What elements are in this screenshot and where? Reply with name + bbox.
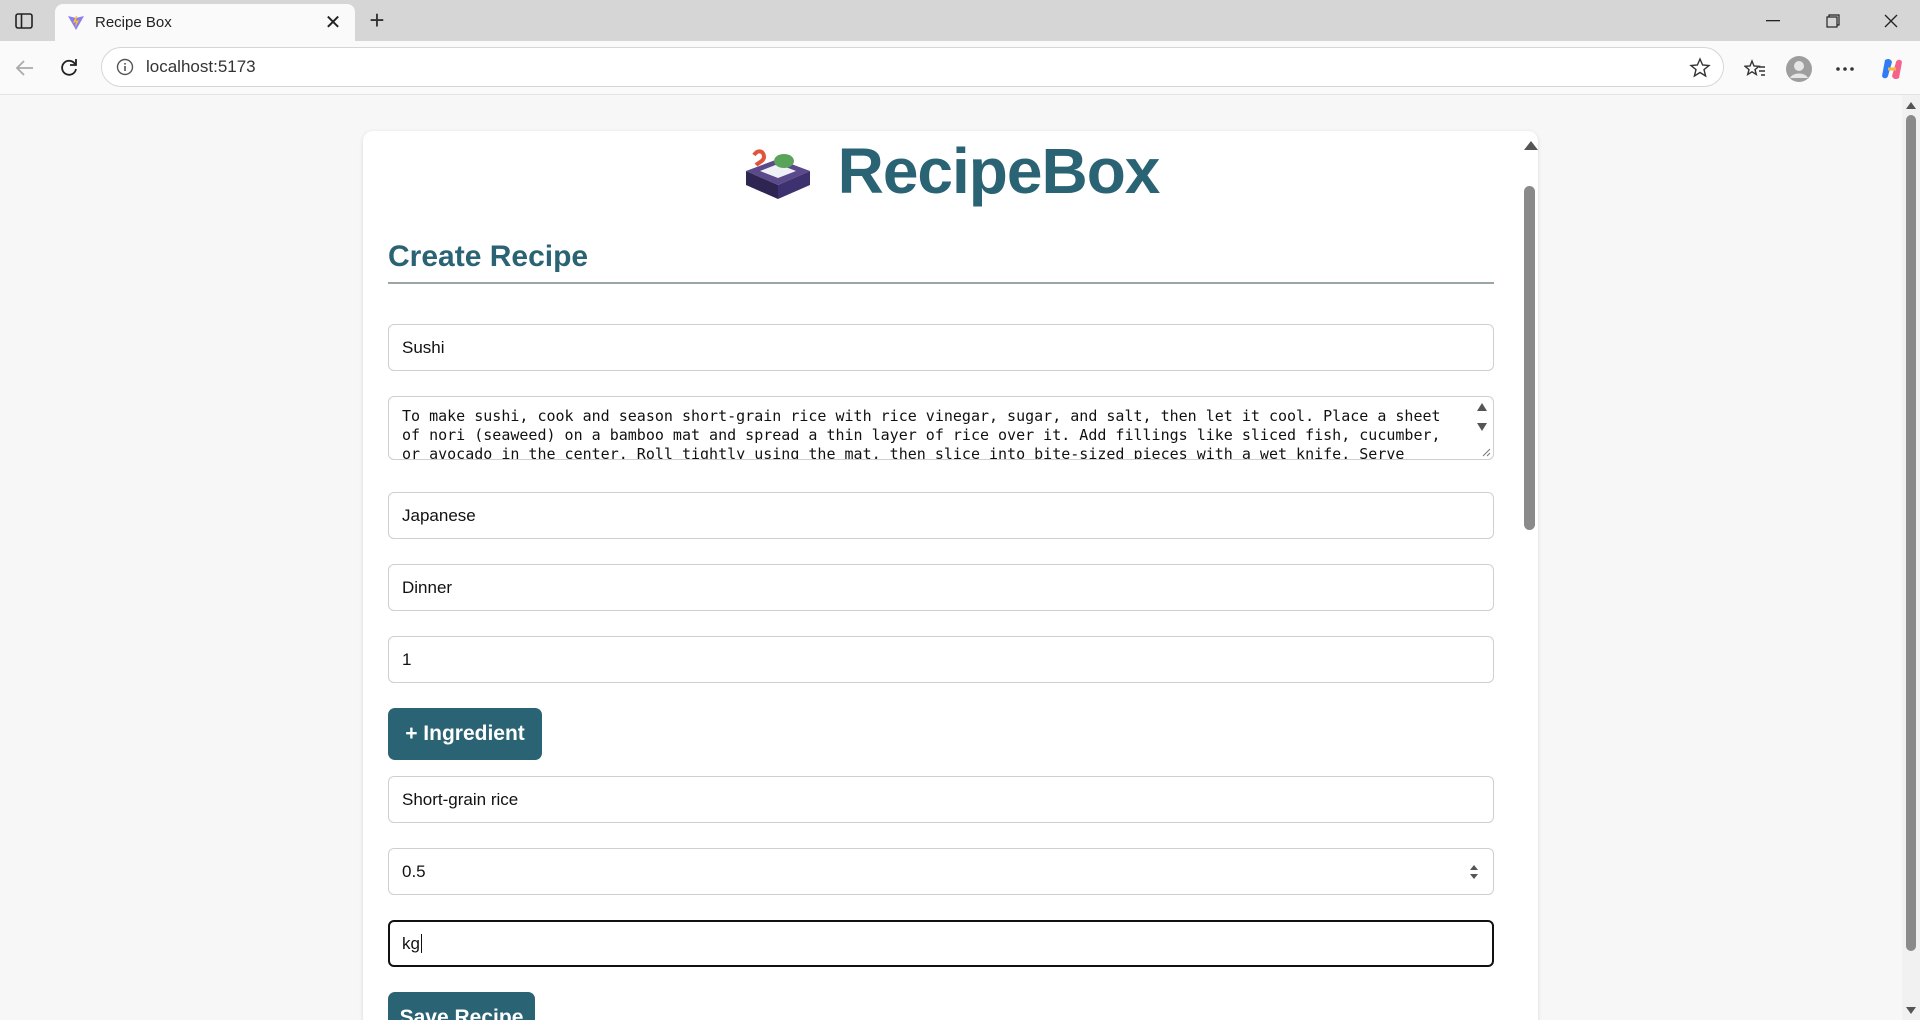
tab-bar: Recipe Box ✕ + <box>0 0 1920 41</box>
restore-icon[interactable] <box>1810 6 1856 36</box>
close-window-icon[interactable] <box>1868 6 1914 36</box>
url-text: localhost:5173 <box>146 57 256 76</box>
back-icon[interactable] <box>10 53 40 83</box>
ingredient-quantity-input[interactable]: 0.5 <box>388 848 1494 895</box>
app-header: RecipeBox <box>363 131 1538 211</box>
new-tab-icon[interactable]: + <box>362 6 392 36</box>
recipe-title-input[interactable]: Sushi <box>388 324 1494 371</box>
page-scroll-up-icon[interactable] <box>1906 102 1916 109</box>
resize-handle-icon[interactable] <box>1481 447 1491 457</box>
ingredient-name-input[interactable]: Short-grain rice <box>388 776 1494 823</box>
number-stepper-icon[interactable] <box>1469 863 1479 881</box>
reload-icon[interactable] <box>54 53 84 83</box>
card-scrollbar[interactable] <box>1520 131 1538 1020</box>
tab-close-icon[interactable]: ✕ <box>323 13 343 33</box>
add-ingredient-button[interactable]: + Ingredient <box>388 708 542 760</box>
save-recipe-button[interactable]: Save Recipe <box>388 992 535 1020</box>
instructions-textarea[interactable]: To make sushi, cook and season short-gra… <box>388 396 1494 460</box>
site-info-icon[interactable] <box>116 58 134 76</box>
heading-divider <box>388 282 1494 284</box>
card-scroll-thumb[interactable] <box>1524 186 1535 530</box>
page-scroll-down-icon[interactable] <box>1906 1007 1916 1014</box>
meal-type-input[interactable]: Dinner <box>388 564 1494 611</box>
favorite-star-icon[interactable] <box>1689 57 1711 79</box>
ingredient-unit-value: kg <box>402 933 420 953</box>
address-bar: localhost:5173 <box>0 41 1920 95</box>
brand-name: RecipeBox <box>837 135 1161 207</box>
cuisine-input[interactable]: Japanese <box>388 492 1494 539</box>
textarea-scroll-down-icon[interactable] <box>1477 423 1487 431</box>
browser-tab[interactable]: Recipe Box ✕ <box>55 4 355 41</box>
instructions-text: To make sushi, cook and season short-gra… <box>402 407 1441 460</box>
page-scroll-thumb[interactable] <box>1906 115 1916 951</box>
page-title: Create Recipe <box>388 240 589 273</box>
vite-favicon-icon <box>68 15 84 30</box>
ingredient-unit-input[interactable]: kg <box>388 920 1494 967</box>
favorites-icon[interactable] <box>1739 53 1771 85</box>
copilot-icon[interactable] <box>1876 53 1908 85</box>
ingredient-quantity-value: 0.5 <box>402 861 426 881</box>
servings-input[interactable]: 1 <box>388 636 1494 683</box>
page-viewport: RecipeBox Create Recipe Sushi To make su… <box>0 95 1920 1020</box>
minimize-icon[interactable] <box>1750 6 1796 36</box>
profile-avatar-icon[interactable] <box>1783 53 1815 85</box>
textarea-scroll-up-icon[interactable] <box>1477 403 1487 411</box>
url-field[interactable]: localhost:5173 <box>101 47 1724 87</box>
card-scroll-up-icon[interactable] <box>1524 141 1538 150</box>
text-caret <box>420 934 422 953</box>
recipe-card: RecipeBox Create Recipe Sushi To make su… <box>363 131 1538 1020</box>
tab-title: Recipe Box <box>95 14 172 31</box>
page-scrollbar[interactable] <box>1902 95 1920 1020</box>
tab-actions-icon[interactable] <box>10 8 38 34</box>
bento-box-logo-icon <box>745 149 810 199</box>
more-options-icon[interactable] <box>1829 53 1861 85</box>
